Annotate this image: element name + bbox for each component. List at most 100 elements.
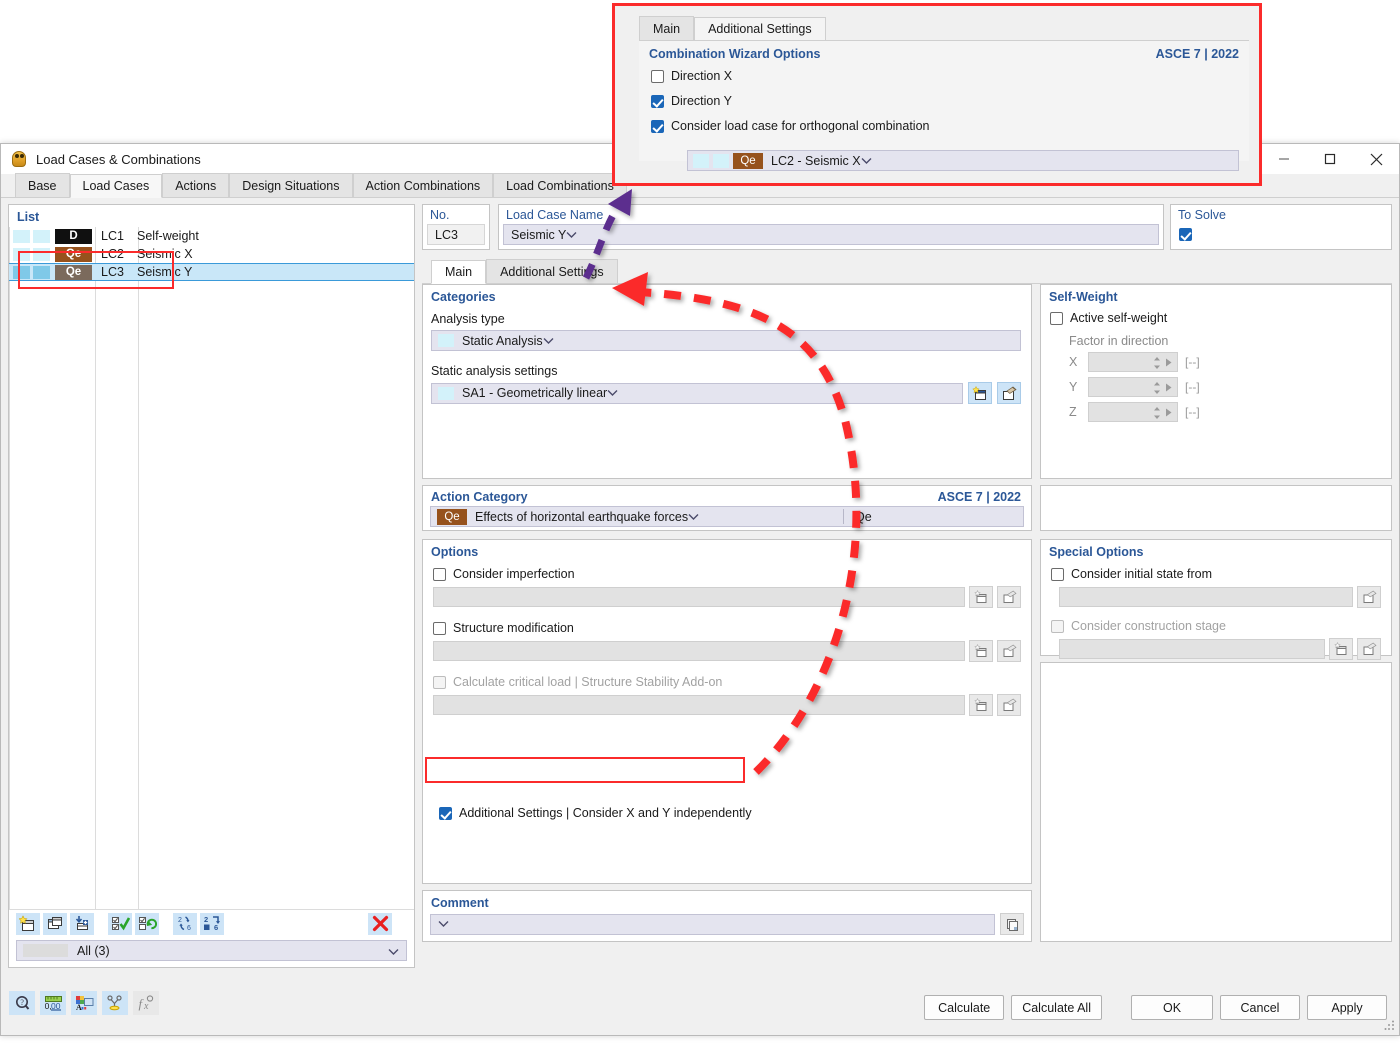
copy-load-case-icon[interactable]	[43, 912, 67, 935]
row-tag: D	[55, 228, 92, 244]
detail-left-column: Categories Analysis type Static Analysis	[422, 284, 1032, 1029]
special-option-field	[1059, 639, 1325, 659]
renumber-icon[interactable]: 2 6	[173, 912, 197, 935]
row-swatch-1	[13, 247, 30, 261]
option-checkbox[interactable]	[433, 567, 446, 581]
subtab-additional-settings[interactable]: Additional Settings	[486, 259, 618, 283]
popup-option-checkbox[interactable]	[651, 94, 664, 108]
axis-unit: [--]	[1185, 405, 1200, 419]
popup-option-checkbox[interactable]	[651, 69, 664, 83]
filter-value: All (3)	[77, 943, 110, 958]
tab-actions[interactable]: Actions	[162, 173, 230, 197]
new-load-case-icon[interactable]	[16, 912, 40, 935]
apply-button[interactable]: Apply	[1307, 995, 1387, 1020]
action-category-tag: Qe	[437, 508, 467, 525]
to-solve-group: To Solve	[1170, 204, 1392, 250]
subtab-main[interactable]: Main	[431, 260, 487, 284]
chevron-down-icon[interactable]	[566, 228, 577, 242]
renumber-sequential-icon[interactable]: 2 6	[200, 912, 224, 935]
new-settings-icon[interactable]	[968, 382, 992, 404]
new-icon[interactable]	[1329, 638, 1353, 660]
edit-settings-icon[interactable]	[997, 382, 1021, 404]
calculate-button[interactable]: Calculate	[924, 995, 1005, 1020]
dialog-buttons: Calculate Calculate All OK Cancel Apply	[924, 995, 1387, 1020]
new-icon[interactable]	[969, 694, 993, 716]
table-row[interactable]: Qe LC2 Seismic X	[9, 245, 414, 263]
ok-button[interactable]: OK	[1131, 995, 1213, 1020]
detail-right-column: Self-Weight Active self-weight Factor in…	[1040, 284, 1392, 1029]
to-solve-checkbox[interactable]	[1179, 228, 1192, 242]
edit-icon[interactable]	[997, 586, 1021, 608]
close-icon[interactable]	[1353, 144, 1399, 174]
row-number: LC3	[101, 265, 124, 279]
popup-option-checkbox[interactable]	[651, 119, 664, 133]
chevron-down-icon[interactable]	[438, 917, 449, 931]
special-option-item: Consider initial state from	[1051, 567, 1381, 608]
action-category-combo[interactable]: Qe Effects of horizontal earthquake forc…	[430, 506, 1024, 527]
deselect-all-icon[interactable]	[135, 912, 159, 935]
axis-input	[1088, 377, 1178, 397]
minimize-icon[interactable]	[1261, 144, 1307, 174]
orthogonal-load-case-combo[interactable]: Qe LC2 - Seismic X	[687, 150, 1239, 171]
popup-tab-main[interactable]: Main	[639, 16, 695, 40]
option-item: Structure modification	[433, 621, 1021, 662]
special-options-group: Special Options Consider initial state f…	[1040, 539, 1392, 660]
special-option-label: Consider construction stage	[1071, 619, 1226, 633]
maximize-icon[interactable]	[1307, 144, 1353, 174]
new-icon[interactable]	[969, 640, 993, 662]
comment-title: Comment	[431, 896, 489, 910]
load-case-name-group: Load Case Name Seismic Y	[498, 204, 1164, 250]
svg-text:A: A	[76, 1003, 82, 1011]
axis-label: Y	[1069, 380, 1078, 394]
special-option-label: Consider initial state from	[1071, 567, 1213, 581]
tab-load-cases[interactable]: Load Cases	[69, 174, 163, 198]
comment-input[interactable]	[430, 913, 995, 935]
popup-tab-additional-settings[interactable]: Additional Settings	[694, 17, 826, 41]
special-option-checkbox[interactable]	[1051, 567, 1064, 581]
axis-label: X	[1069, 355, 1078, 369]
svg-text:x: x	[143, 1001, 149, 1011]
load-case-list[interactable]: D LC1 Self-weight Qe LC2 Seismic X Qe LC3 Seismi…	[9, 227, 414, 909]
display-properties-icon[interactable]: A	[71, 991, 97, 1015]
static-settings-combo[interactable]: SA1 - Geometrically linear	[431, 382, 963, 404]
active-self-weight-label: Active self-weight	[1070, 311, 1168, 325]
chevron-down-icon[interactable]	[861, 154, 872, 168]
categories-title: Categories	[431, 290, 496, 304]
edit-icon[interactable]	[1357, 638, 1381, 660]
name-input[interactable]: Seismic Y	[503, 224, 1159, 245]
option-checkbox[interactable]	[433, 621, 446, 635]
import-load-case-icon[interactable]	[70, 912, 94, 935]
edit-icon[interactable]	[997, 640, 1021, 662]
chevron-down-icon[interactable]	[607, 386, 618, 400]
calculate-all-button[interactable]: Calculate All	[1011, 995, 1102, 1020]
active-self-weight-checkbox[interactable]	[1050, 311, 1063, 325]
additional-settings-label: Additional Settings | Consider X and Y i…	[459, 806, 752, 820]
no-value: LC3	[427, 224, 485, 245]
analysis-type-combo[interactable]: Static Analysis	[431, 330, 1021, 351]
tab-design-situations[interactable]: Design Situations	[229, 173, 353, 197]
delete-icon[interactable]	[368, 912, 392, 935]
edit-icon[interactable]	[997, 694, 1021, 716]
tab-base[interactable]: Base	[15, 173, 70, 197]
info-icon[interactable]: ?	[9, 991, 35, 1015]
copy-comment-icon[interactable]	[1000, 913, 1024, 935]
additional-settings-checkbox[interactable]	[439, 806, 452, 820]
tab-action-combinations[interactable]: Action Combinations	[352, 173, 494, 197]
tab-load-combinations[interactable]: Load Combinations	[493, 173, 627, 197]
table-row[interactable]: D LC1 Self-weight	[9, 227, 414, 245]
window-controls	[1261, 144, 1399, 174]
select-all-icon[interactable]	[108, 912, 132, 935]
popup-option-label: Direction Y	[671, 94, 732, 108]
analysis-type-swatch	[438, 334, 454, 347]
chevron-down-icon[interactable]	[543, 334, 554, 348]
load-case-tag: Qe	[733, 152, 763, 169]
axis-unit: [--]	[1185, 380, 1200, 394]
table-row[interactable]: Qe LC3 Seismic Y	[9, 263, 414, 281]
cancel-button[interactable]: Cancel	[1220, 995, 1300, 1020]
edit-icon[interactable]	[1357, 586, 1381, 608]
new-icon[interactable]	[969, 586, 993, 608]
chevron-down-icon[interactable]	[688, 510, 699, 524]
list-filter-combo[interactable]: All (3)	[16, 940, 407, 961]
units-icon[interactable]: 0, 00	[40, 991, 66, 1015]
filter-icon[interactable]	[102, 991, 128, 1015]
